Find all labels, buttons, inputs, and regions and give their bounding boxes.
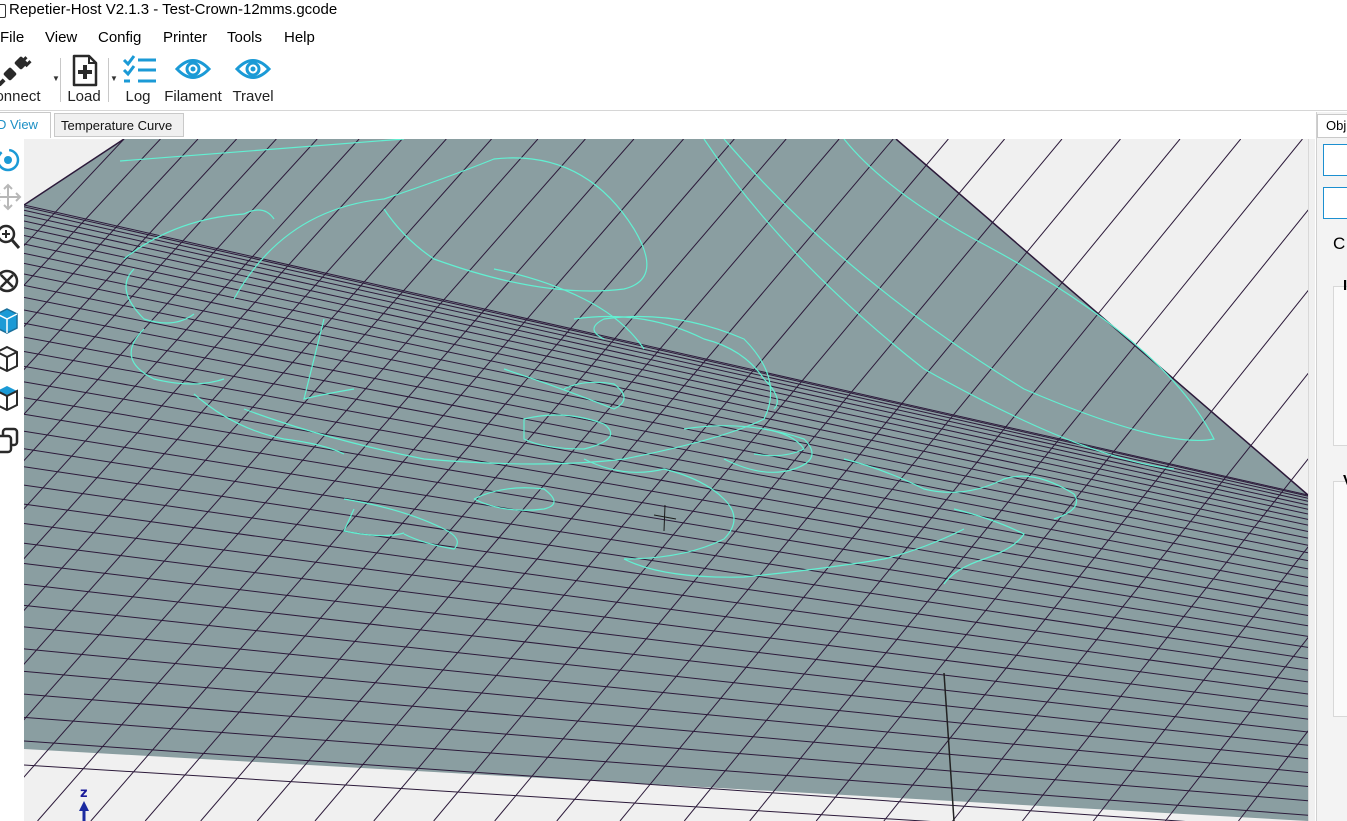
cube-top-icon[interactable]	[0, 383, 22, 413]
panel-group	[1333, 286, 1347, 446]
zoom-icon[interactable]	[0, 222, 22, 252]
load-label: Load	[67, 88, 101, 105]
menu-view[interactable]: View	[45, 29, 77, 47]
menu-tools[interactable]: Tools	[227, 29, 262, 47]
toolbar-separator	[108, 58, 109, 102]
z-axis-label: z	[80, 786, 88, 801]
checklist-icon	[122, 55, 156, 83]
connect-label: onnect	[0, 88, 41, 105]
panel-button[interactable]	[1323, 144, 1347, 176]
copy-icon[interactable]	[0, 426, 22, 456]
menu-config[interactable]: Config	[98, 29, 141, 47]
cube-wire-icon[interactable]	[0, 344, 22, 374]
eye-icon	[235, 59, 271, 79]
title-bar: Repetier-Host V2.1.3 - Test-Crown-12mms.…	[0, 0, 1347, 24]
menu-help[interactable]: Help	[284, 29, 315, 47]
window-title: Repetier-Host V2.1.3 - Test-Crown-12mms.…	[9, 1, 338, 18]
reset-view-icon[interactable]	[0, 266, 22, 296]
add-file-icon	[72, 54, 98, 87]
rotate-icon[interactable]	[0, 145, 22, 175]
connect-dropdown-icon[interactable]: ▼	[52, 74, 60, 83]
connect-button[interactable]: onnect	[0, 52, 46, 108]
eye-icon	[175, 59, 211, 79]
toolbar: onnect ▼ Load ▼ Log	[0, 52, 1347, 111]
plug-icon	[0, 56, 32, 87]
load-button[interactable]: Load	[64, 52, 104, 108]
menu-printer[interactable]: Printer	[163, 29, 207, 47]
menu-file[interactable]: File	[0, 29, 24, 47]
view-tools-bar	[0, 139, 24, 821]
panel-splitter[interactable]	[1308, 139, 1315, 821]
menu-bar: File View Config Printer Tools Help	[0, 26, 1347, 50]
view-tabstrip: D View Temperature Curve	[0, 112, 1310, 139]
panel-button[interactable]	[1323, 187, 1347, 219]
print-bed	[24, 139, 1308, 821]
cube-front-icon[interactable]	[0, 306, 22, 336]
load-dropdown-icon[interactable]: ▼	[110, 74, 118, 83]
tab-temperature-curve[interactable]: Temperature Curve	[54, 113, 184, 137]
print-bed-scene[interactable]: z	[24, 139, 1308, 821]
panel-group-label: V	[1343, 473, 1347, 489]
panel-group	[1333, 481, 1347, 717]
log-label: Log	[125, 88, 151, 105]
3d-viewport[interactable]: z	[24, 139, 1308, 821]
panel-group-label: I	[1343, 277, 1347, 294]
move-icon[interactable]	[0, 182, 22, 212]
tab-object-placement[interactable]: Obj	[1317, 114, 1347, 138]
filament-button[interactable]: Filament	[160, 52, 226, 108]
panel-heading: C	[1333, 234, 1346, 253]
app-icon	[0, 4, 6, 18]
log-button[interactable]: Log	[120, 52, 156, 108]
filament-label: Filament	[164, 88, 222, 105]
toolbar-separator	[60, 58, 61, 102]
tab-3d-view[interactable]: D View	[0, 112, 51, 138]
travel-label: Travel	[232, 88, 274, 105]
travel-button[interactable]: Travel	[229, 52, 277, 108]
